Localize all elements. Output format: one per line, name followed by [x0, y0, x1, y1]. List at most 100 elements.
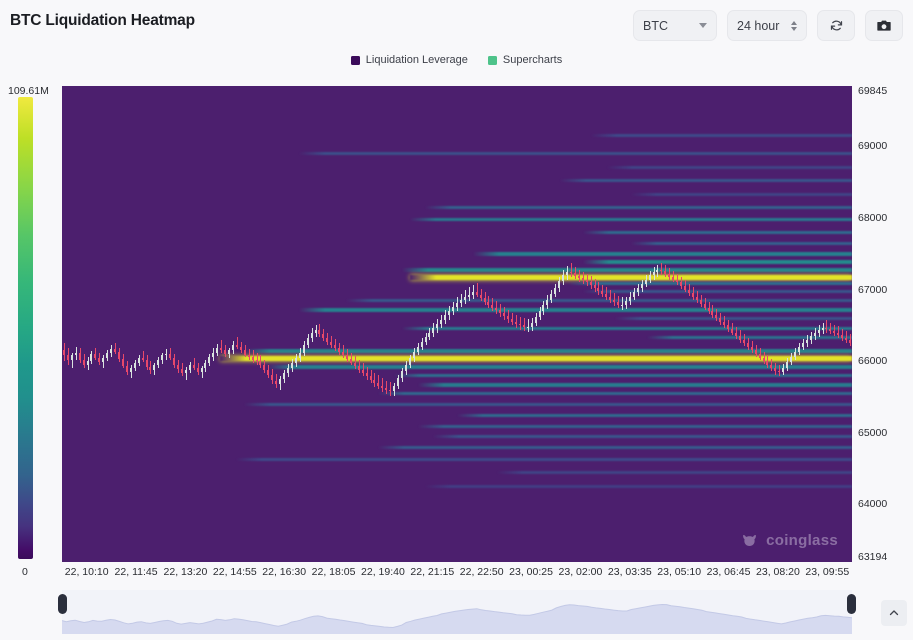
- range-selector[interactable]: [58, 590, 856, 634]
- candle-body: [294, 358, 297, 363]
- candle-body: [231, 344, 234, 351]
- timeframe-stepper[interactable]: 24 hour: [727, 10, 807, 41]
- legend-label: Supercharts: [502, 54, 563, 66]
- candle-body: [117, 351, 120, 360]
- x-axis-tick: 23, 08:20: [756, 566, 800, 578]
- candle-body: [475, 292, 478, 295]
- liquidation-band: [583, 290, 852, 294]
- candle-body: [224, 349, 227, 354]
- liquidation-band: [559, 179, 852, 183]
- watermark-text: coinglass: [766, 532, 838, 549]
- candle-body: [797, 346, 800, 352]
- candle-body: [483, 298, 486, 302]
- heatmap-plot[interactable]: coinglass: [62, 86, 852, 562]
- refresh-button[interactable]: [817, 10, 855, 41]
- liquidation-band: [417, 424, 852, 428]
- candle-body: [746, 343, 749, 347]
- candle-body: [357, 366, 360, 370]
- candle-body: [173, 358, 175, 365]
- header-controls: BTC 24 hour: [633, 10, 903, 41]
- candle-body: [790, 356, 793, 362]
- candle-body: [286, 368, 289, 374]
- candle-body: [687, 289, 690, 294]
- candle-wick: [390, 381, 392, 396]
- candle-body: [581, 278, 584, 281]
- y-axis-tick: 69000: [858, 140, 888, 153]
- range-handle-right[interactable]: [847, 594, 856, 614]
- candle-body: [558, 281, 561, 289]
- candle-body: [695, 296, 698, 301]
- symbol-select[interactable]: BTC: [633, 10, 717, 41]
- y-axis-tick: 68000: [858, 212, 888, 225]
- liquidation-band: [299, 308, 852, 313]
- candle-body: [302, 344, 305, 353]
- candle-body: [448, 311, 451, 316]
- candle-body: [636, 288, 639, 293]
- candle-body: [90, 354, 93, 362]
- candle-body: [279, 379, 282, 385]
- candle-body: [137, 357, 140, 363]
- scroll-to-top-button[interactable]: [881, 600, 907, 626]
- liquidation-band: [646, 336, 852, 340]
- liquidation-band: [457, 414, 852, 418]
- candle-body: [495, 307, 498, 311]
- candle-body: [338, 348, 341, 352]
- liquidation-band: [630, 192, 852, 196]
- liquidation-band: [409, 217, 852, 221]
- candle-wick: [527, 318, 529, 332]
- candle-body: [735, 332, 738, 337]
- x-axis-tick: 22, 22:50: [459, 566, 504, 578]
- candle-body: [471, 292, 474, 295]
- candle-body: [566, 271, 569, 276]
- candle-body: [452, 306, 455, 312]
- x-axis-tick: 23, 00:25: [509, 566, 553, 578]
- page-title: BTC Liquidation Heatmap: [10, 12, 195, 29]
- screenshot-button[interactable]: [865, 10, 903, 41]
- candle-body: [758, 354, 761, 358]
- candle-body: [742, 339, 745, 344]
- x-axis-tick: 23, 06:45: [706, 566, 751, 578]
- candle-body: [479, 294, 482, 299]
- candle-body: [125, 366, 128, 372]
- liquidation-band: [409, 275, 852, 281]
- candle-body: [526, 326, 529, 328]
- candle-body: [314, 330, 317, 333]
- candle-body: [648, 275, 651, 280]
- candle-body: [251, 356, 254, 360]
- x-axis: 22, 10:10 22, 11:45 22, 13:20 22, 14:55 22, …: [0, 566, 913, 582]
- x-axis-tick: 22, 14:55: [212, 566, 257, 578]
- candle-body: [424, 336, 427, 342]
- candle-body: [805, 339, 808, 343]
- legend-item-supercharts[interactable]: Supercharts: [487, 54, 563, 66]
- candle-body: [683, 286, 686, 290]
- colorbar-gradient: [18, 97, 33, 559]
- candle-body: [133, 362, 136, 369]
- candle-body: [326, 338, 329, 342]
- candle-wick: [570, 263, 572, 277]
- range-handle-left[interactable]: [58, 594, 67, 614]
- candle-body: [786, 361, 789, 368]
- candle-body: [652, 272, 655, 276]
- candle-body: [625, 301, 627, 305]
- candle-body: [656, 270, 659, 273]
- candle-body: [550, 293, 553, 300]
- liquidation-band: [567, 281, 852, 285]
- candle-body: [361, 369, 364, 374]
- candle-body: [754, 350, 757, 355]
- candle-body: [440, 319, 443, 324]
- liquidation-band: [496, 470, 852, 474]
- candle-body: [522, 325, 525, 327]
- refresh-icon: [830, 20, 842, 31]
- candle-body: [503, 313, 506, 317]
- legend-item-liquidation-leverage[interactable]: Liquidation Leverage: [350, 54, 468, 66]
- candle-body: [400, 371, 403, 379]
- candle-body: [644, 279, 647, 284]
- candle-body: [353, 362, 356, 367]
- candle-body: [668, 273, 671, 277]
- candle-body: [196, 368, 199, 372]
- candle-body: [110, 349, 113, 354]
- liquidation-band: [235, 458, 852, 462]
- liquidation-heatmap-page: BTC Liquidation Heatmap BTC 24 hour Liqu…: [0, 0, 913, 640]
- candle-body: [377, 382, 380, 386]
- candle-body: [534, 316, 537, 323]
